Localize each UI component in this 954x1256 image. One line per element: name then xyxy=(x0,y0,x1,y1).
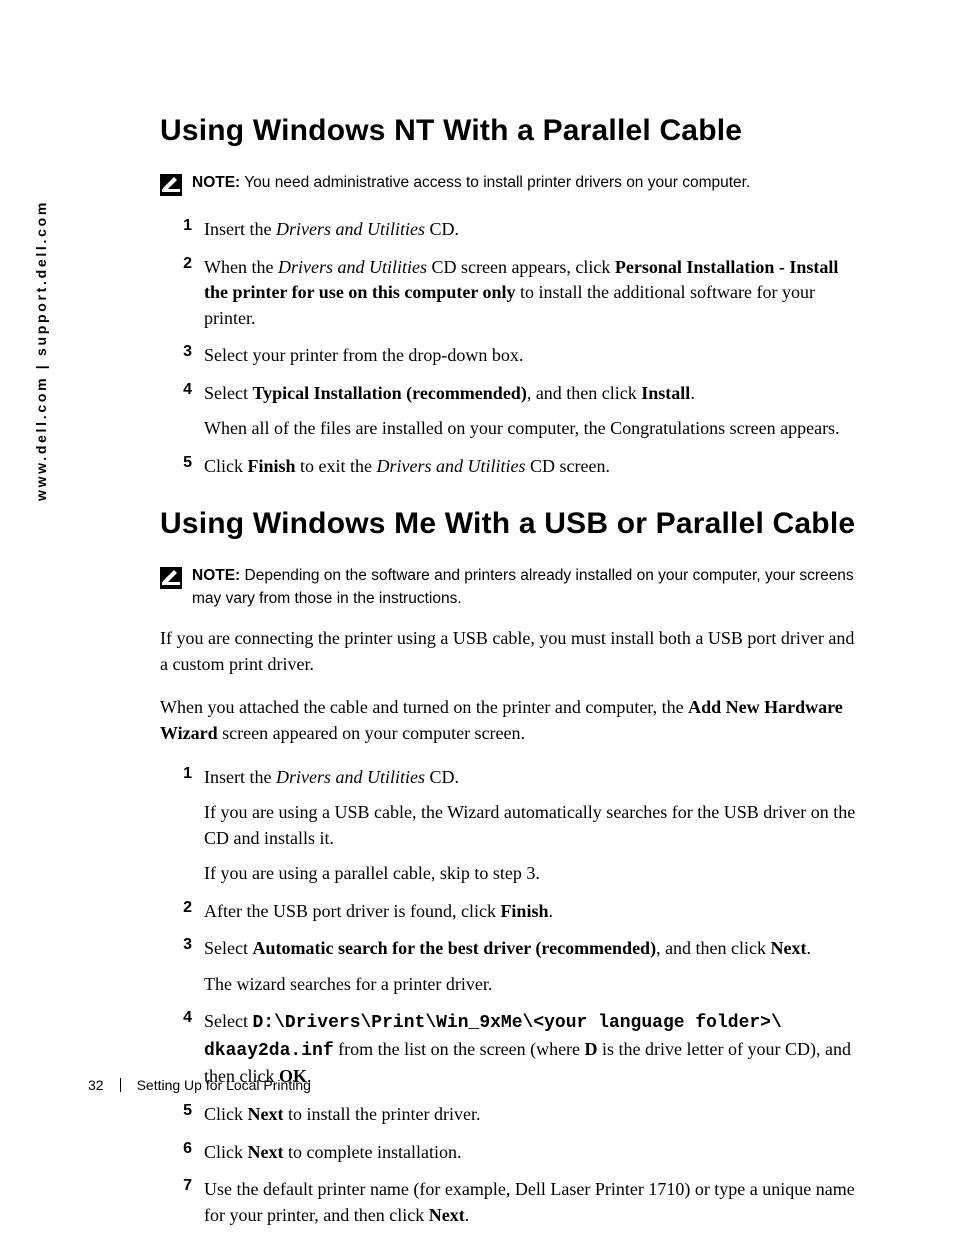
footer-separator xyxy=(120,1078,121,1092)
page-footer: 32 Setting Up for Local Printing xyxy=(88,1077,311,1093)
list-item: 1 Insert the Drivers and Utilities CD. xyxy=(160,217,866,243)
list-item: 2 When the Drivers and Utilities CD scre… xyxy=(160,255,866,332)
list-item: 4 Select Typical Installation (recommend… xyxy=(160,381,866,442)
section1-steps: 1 Insert the Drivers and Utilities CD. 2… xyxy=(160,217,866,479)
list-item: 6 Click Next to complete installation. xyxy=(160,1140,866,1166)
footer-section-title: Setting Up for Local Printing xyxy=(137,1077,311,1093)
heading-windows-nt: Using Windows NT With a Parallel Cable xyxy=(160,114,866,148)
para-usb-intro: If you are connecting the printer using … xyxy=(160,626,866,677)
pencil-note-icon xyxy=(160,174,182,201)
para-add-hw-wizard: When you attached the cable and turned o… xyxy=(160,695,866,746)
note-row-2: NOTE: Depending on the software and prin… xyxy=(160,565,866,610)
note-row-1: NOTE: You need administrative access to … xyxy=(160,172,866,201)
page: www.dell.com | support.dell.com Using Wi… xyxy=(0,0,954,1145)
list-item: 5 Click Finish to exit the Drivers and U… xyxy=(160,454,866,480)
list-item: 7 Use the default printer name (for exam… xyxy=(160,1177,866,1228)
page-number: 32 xyxy=(88,1077,104,1093)
note-text-2: NOTE: Depending on the software and prin… xyxy=(192,565,866,610)
pencil-note-icon xyxy=(160,567,182,594)
note-text-1: NOTE: You need administrative access to … xyxy=(192,172,750,194)
list-item: 3 Select your printer from the drop-down… xyxy=(160,343,866,369)
sidebar-url: www.dell.com | support.dell.com xyxy=(33,0,49,200)
heading-windows-me: Using Windows Me With a USB or Parallel … xyxy=(160,507,866,541)
list-item: 5 Click Next to install the printer driv… xyxy=(160,1102,866,1128)
list-item: 1 Insert the Drivers and Utilities CD. I… xyxy=(160,765,866,887)
list-item: 3 Select Automatic search for the best d… xyxy=(160,936,866,997)
list-item: 2 After the USB port driver is found, cl… xyxy=(160,899,866,925)
section2-steps: 1 Insert the Drivers and Utilities CD. I… xyxy=(160,765,866,1229)
